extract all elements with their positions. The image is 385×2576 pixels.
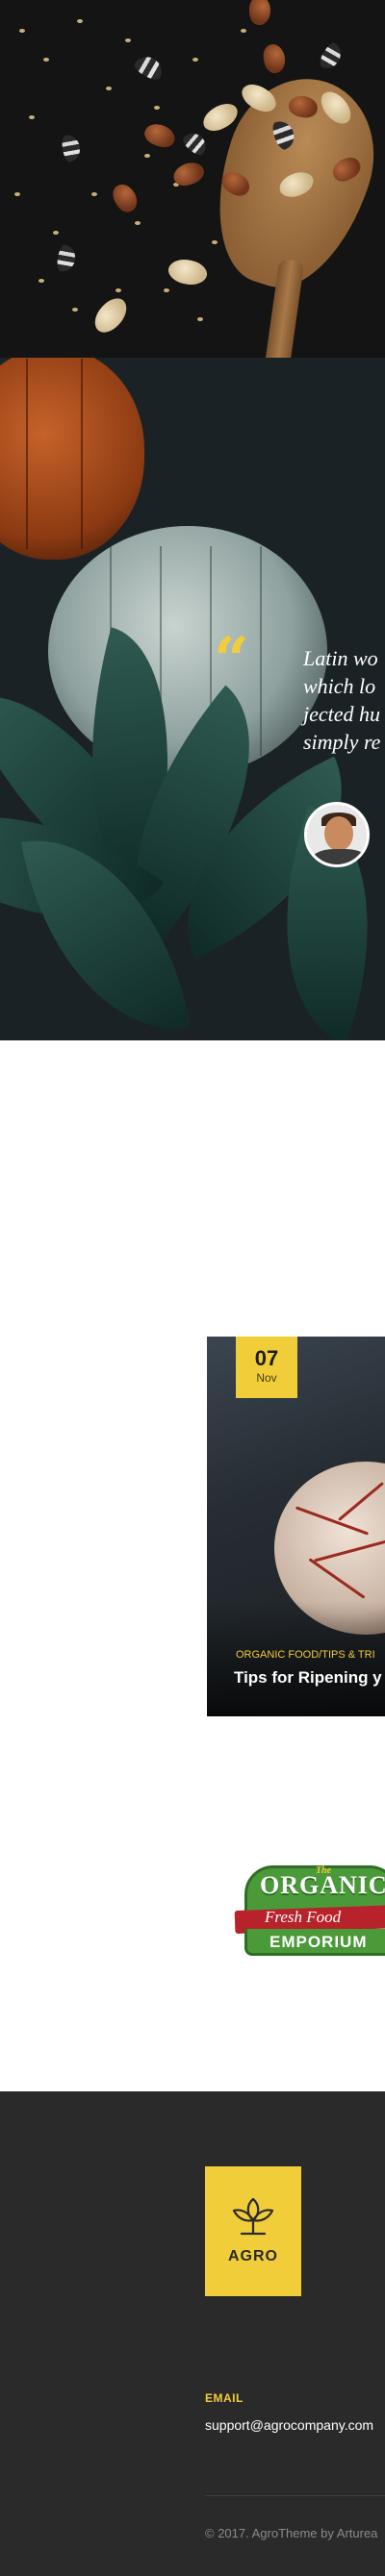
logo-text: AGRO: [228, 2248, 278, 2264]
blog-post-card[interactable]: 07 Nov ORGANIC FOOD/TIPS & TRI Tips for …: [207, 1337, 385, 1716]
quote-line: Latin wo: [303, 646, 378, 670]
footer-divider: [205, 2495, 385, 2496]
testimonial-quote: Latin wo which lo jected hu simply re: [303, 644, 385, 756]
agro-logo[interactable]: AGRO: [205, 2166, 301, 2296]
logo-organic-text: ORGANIC: [260, 1871, 385, 1899]
nuts-hero-image: [0, 0, 385, 358]
orange-pumpkin-image: [0, 358, 144, 560]
date-badge: 07 Nov: [236, 1337, 297, 1398]
quote-icon: “: [214, 624, 249, 696]
testimonial-avatar: [304, 802, 370, 867]
email-label: EMAIL: [205, 2391, 244, 2405]
quote-line: jected hu: [303, 702, 381, 726]
site-footer: AGRO EMAIL support@agrocompany.com © 201…: [0, 2091, 385, 2576]
post-title[interactable]: Tips for Ripening y: [234, 1668, 382, 1688]
email-link[interactable]: support@agrocompany.com: [205, 2417, 373, 2433]
leaf-icon: [232, 2197, 274, 2236]
logo-emporium-text: EMPORIUM: [270, 1933, 368, 1951]
post-categories[interactable]: ORGANIC FOOD/TIPS & TRI: [236, 1649, 375, 1661]
organic-emporium-logo[interactable]: The ORGANIC Fresh Food EMPORIUM: [234, 1858, 385, 1959]
quote-line: simply re: [303, 730, 381, 754]
date-day: 07: [254, 1346, 279, 1370]
logo-fresh-food-text: Fresh Food: [265, 1908, 342, 1926]
date-month: Nov: [256, 1371, 277, 1385]
quote-line: which lo: [303, 674, 376, 698]
testimonial-section: “ Latin wo which lo jected hu simply re: [0, 358, 385, 1040]
copyright-text: © 2017. AgroTheme by Arturea: [205, 2526, 378, 2540]
